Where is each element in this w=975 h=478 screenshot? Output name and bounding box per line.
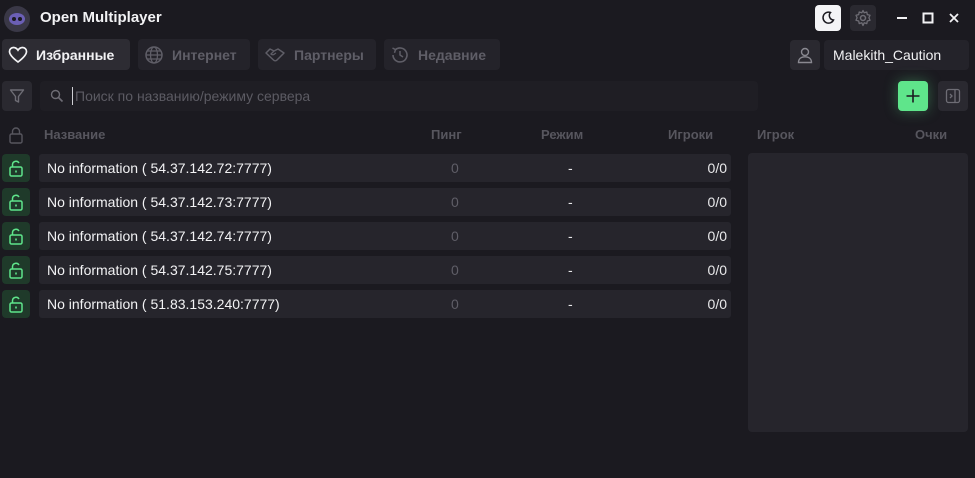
server-name: No information ( 54.37.142.74:7777): [47, 228, 272, 244]
gear-icon: [855, 9, 871, 27]
column-header-ping[interactable]: Пинг: [431, 127, 462, 142]
server-ping: 0: [451, 228, 459, 244]
user-icon: [797, 47, 813, 64]
server-players: 0/0: [707, 160, 727, 176]
maximize-icon: [922, 12, 934, 24]
filter-icon: [9, 89, 25, 103]
server-mode: -: [568, 228, 573, 244]
server-players: 0/0: [707, 296, 727, 312]
player-list-panel: [748, 153, 968, 432]
tab-internet-label: Интернет: [172, 46, 237, 63]
column-header-mode[interactable]: Режим: [541, 127, 583, 142]
heart-icon: [8, 46, 28, 63]
server-players: 0/0: [707, 262, 727, 278]
server-lock-status: [2, 222, 30, 250]
tab-favorites-label: Избранные: [36, 46, 115, 63]
tab-recent-label: Недавние: [418, 46, 487, 63]
unlocked-icon: [9, 228, 23, 245]
tab-internet[interactable]: Интернет: [138, 39, 250, 70]
server-lock-status: [2, 188, 30, 216]
server-ping: 0: [451, 160, 459, 176]
app-title: Open Multiplayer: [40, 9, 162, 26]
table-row[interactable]: No information ( 54.37.142.73:7777) 0 - 0/0: [39, 188, 731, 216]
server-name: No information ( 51.83.153.240:7777): [47, 296, 280, 312]
server-mode: -: [568, 194, 573, 210]
unlocked-icon: [9, 194, 23, 211]
add-server-button[interactable]: [898, 81, 928, 111]
server-ping: 0: [451, 262, 459, 278]
handshake-icon: [265, 47, 285, 61]
side-panel-icon: [945, 88, 961, 104]
server-mode: -: [568, 160, 573, 176]
server-mode: -: [568, 296, 573, 312]
table-row[interactable]: No information ( 51.83.153.240:7777) 0 - 0/…: [39, 290, 731, 318]
search-icon: [50, 89, 64, 103]
column-header-players[interactable]: Игроки: [668, 127, 713, 142]
score-column-header: Очки: [915, 127, 948, 142]
close-icon: [949, 13, 959, 23]
close-button[interactable]: [944, 8, 964, 28]
server-players: 0/0: [707, 194, 727, 210]
server-ping: 0: [451, 194, 459, 210]
server-mode: -: [568, 262, 573, 278]
tab-recent[interactable]: Недавние: [384, 39, 500, 70]
theme-toggle-button[interactable]: [815, 5, 841, 31]
server-players: 0/0: [707, 228, 727, 244]
table-row[interactable]: No information ( 54.37.142.75:7777) 0 - 0/0: [39, 256, 731, 284]
plus-icon: [906, 89, 920, 103]
server-name: No information ( 54.37.142.73:7777): [47, 194, 272, 210]
tab-partners-label: Партнеры: [294, 46, 364, 63]
server-name: No information ( 54.37.142.75:7777): [47, 262, 272, 278]
maximize-button[interactable]: [918, 8, 938, 28]
tab-partners[interactable]: Партнеры: [258, 39, 376, 70]
username-field[interactable]: Malekith_Caution: [824, 40, 969, 70]
moon-icon: [822, 11, 835, 24]
unlocked-icon: [9, 160, 23, 177]
history-icon: [392, 46, 408, 63]
app-logo: [4, 6, 30, 32]
table-row[interactable]: No information ( 54.37.142.74:7777) 0 - 0/0: [39, 222, 731, 250]
unlocked-icon: [9, 262, 23, 279]
table-row[interactable]: No information ( 54.37.142.72:7777) 0 - 0/0: [39, 154, 731, 182]
minimize-button[interactable]: [892, 8, 912, 28]
server-ping: 0: [451, 296, 459, 312]
user-profile-button[interactable]: [790, 40, 820, 70]
server-lock-status: [2, 154, 30, 182]
toggle-side-panel-button[interactable]: [938, 81, 968, 111]
column-header-name[interactable]: Название: [44, 127, 105, 142]
filter-button[interactable]: [2, 81, 32, 111]
search-bar: [40, 81, 758, 111]
unlocked-icon: [9, 296, 23, 313]
minimize-icon: [897, 17, 907, 19]
settings-button[interactable]: [850, 5, 876, 31]
lock-header-icon: [8, 126, 24, 149]
search-input[interactable]: [72, 87, 737, 105]
player-column-header: Игрок: [757, 127, 795, 142]
server-name: No information ( 54.37.142.72:7777): [47, 160, 272, 176]
app-logo-icon: [9, 13, 25, 25]
globe-icon: [145, 45, 163, 64]
server-lock-status: [2, 290, 30, 318]
tab-favorites[interactable]: Избранные: [2, 39, 130, 70]
server-lock-status: [2, 256, 30, 284]
